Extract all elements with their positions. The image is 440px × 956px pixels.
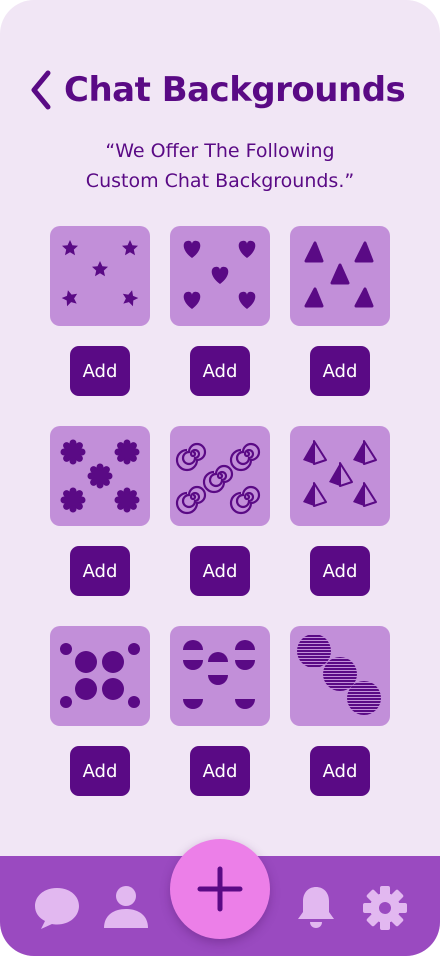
nav-item-notifications[interactable]	[296, 884, 336, 934]
background-tile-triangles[interactable]	[290, 226, 390, 326]
chat-bubble-icon	[35, 888, 79, 929]
add-fab-button[interactable]	[170, 839, 270, 939]
background-tile-spirals[interactable]	[170, 426, 270, 526]
add-button-triangles[interactable]: Add	[310, 346, 370, 396]
background-tile-half-circles[interactable]	[170, 626, 270, 726]
subtitle-line-2: Custom Chat Backgrounds.”	[85, 170, 355, 192]
striped-circles-pattern-icon	[297, 634, 381, 715]
dots-pattern-icon	[60, 643, 140, 708]
user-icon	[104, 886, 148, 928]
nav-item-profile[interactable]	[102, 884, 150, 934]
add-button-badges[interactable]: Add	[70, 546, 130, 596]
nav-item-settings[interactable]	[362, 885, 408, 935]
gear-icon	[363, 886, 407, 930]
plus-icon	[197, 866, 243, 912]
page-title: Chat Backgrounds	[64, 70, 406, 110]
bell-icon	[298, 887, 334, 928]
header: Chat Backgrounds	[0, 62, 440, 118]
background-tile-badges[interactable]	[50, 426, 150, 526]
chevron-left-icon	[31, 70, 51, 110]
add-button-pyramids[interactable]: Add	[310, 546, 370, 596]
badges-pattern-icon	[60, 439, 140, 513]
hearts-pattern-icon	[183, 240, 256, 309]
stars-pattern-icon	[61, 240, 139, 307]
add-button-striped-circles[interactable]: Add	[310, 746, 370, 796]
background-tile-striped-circles[interactable]	[290, 626, 390, 726]
add-button-hearts[interactable]: Add	[190, 346, 250, 396]
half-circles-pattern-icon	[183, 640, 255, 709]
back-button[interactable]	[26, 68, 56, 112]
background-tile-stars[interactable]	[50, 226, 150, 326]
pyramids-pattern-icon	[302, 440, 377, 507]
background-tile-dots[interactable]	[50, 626, 150, 726]
add-button-stars[interactable]: Add	[70, 346, 130, 396]
add-button-dots[interactable]: Add	[70, 746, 130, 796]
background-tile-hearts[interactable]	[170, 226, 270, 326]
triangles-pattern-icon	[304, 241, 374, 308]
nav-item-chat[interactable]	[32, 884, 82, 936]
spirals-pattern-icon	[175, 442, 261, 515]
add-button-half-circles[interactable]: Add	[190, 746, 250, 796]
subtitle-line-1: “We Offer The Following	[105, 140, 335, 162]
add-button-spirals[interactable]: Add	[190, 546, 250, 596]
background-tile-pyramids[interactable]	[290, 426, 390, 526]
app-screen: Chat Backgrounds “We Offer The Following…	[0, 0, 440, 956]
page-subtitle: “We Offer The Following Custom Chat Back…	[0, 136, 440, 196]
